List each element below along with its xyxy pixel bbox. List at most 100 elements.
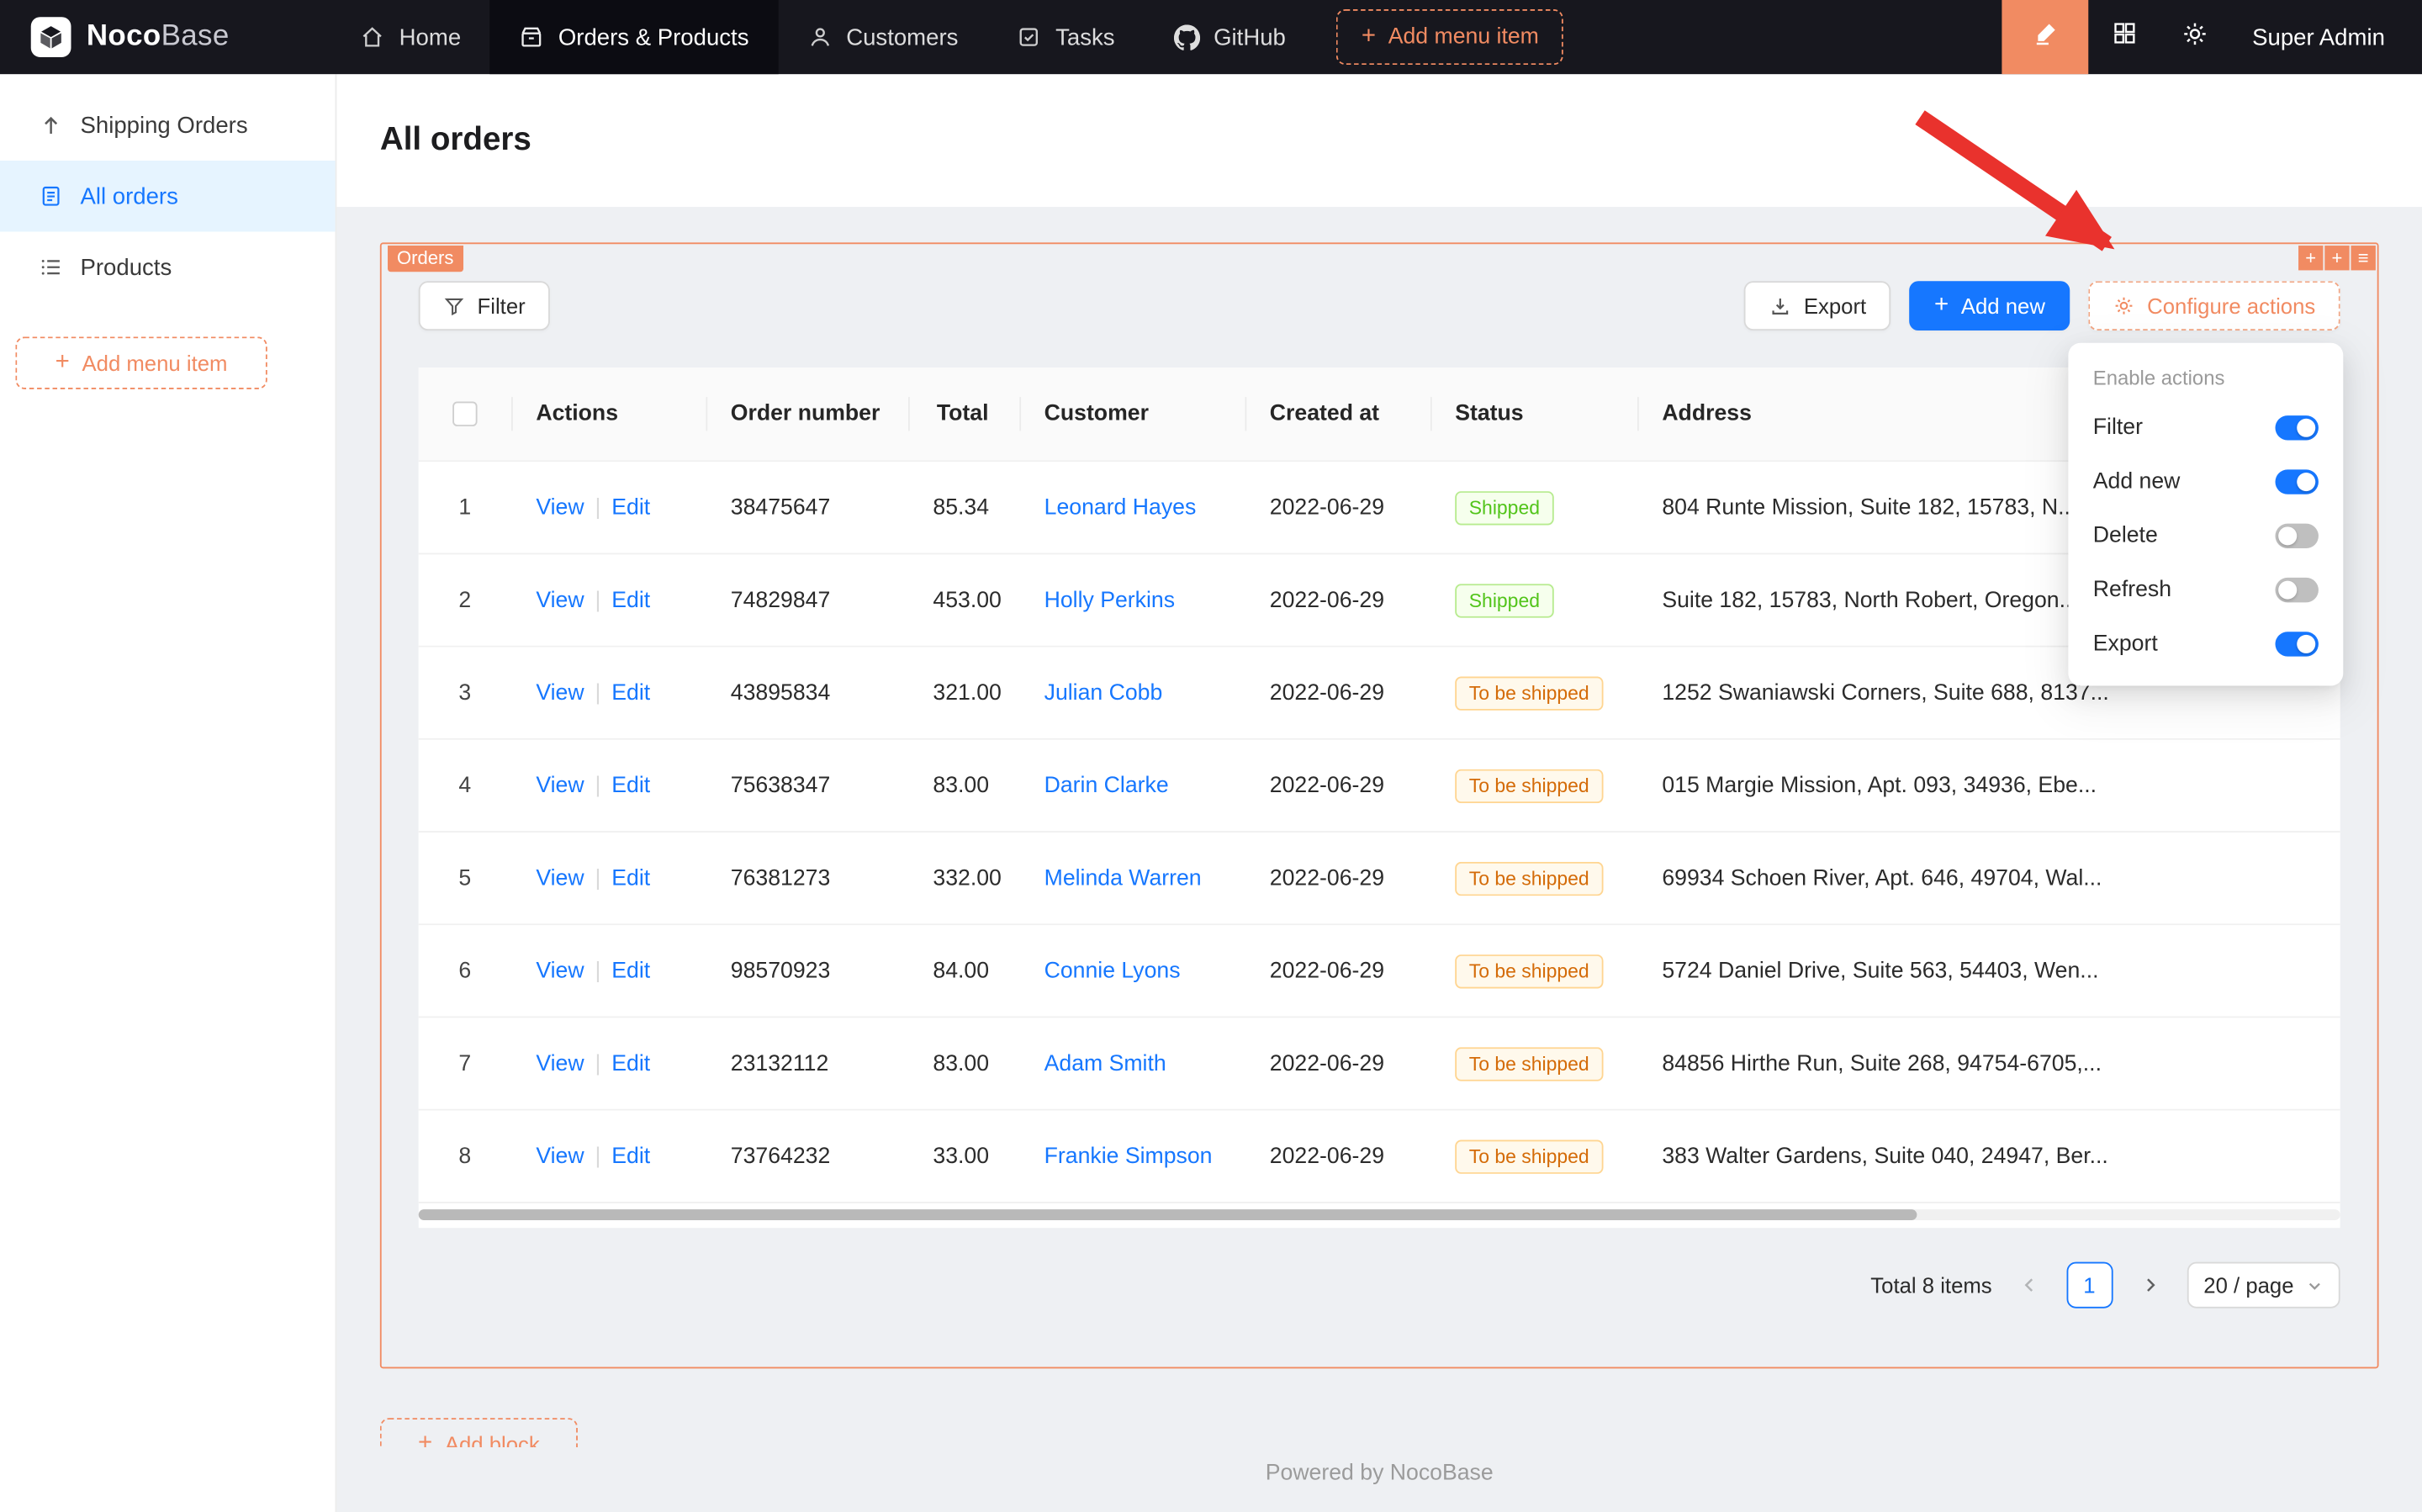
initializer-plus-icon[interactable]: + (2298, 246, 2323, 270)
refresh-toggle[interactable] (2276, 577, 2319, 601)
nav-item-orders-products[interactable]: Orders & Products (490, 0, 778, 74)
created-at-cell: 2022-06-29 (1245, 959, 1430, 983)
highlighter-icon (2032, 20, 2058, 54)
sidebar-item-all-orders[interactable]: All orders (0, 161, 336, 231)
status-badge: To be shipped (1455, 676, 1603, 710)
nav-item-tasks[interactable]: Tasks (987, 0, 1144, 74)
export-button[interactable]: Export (1743, 281, 1891, 330)
view-link[interactable]: View (536, 1051, 584, 1076)
prev-page-button[interactable] (2007, 1263, 2050, 1306)
edit-link[interactable]: Edit (611, 865, 650, 890)
add-new-button[interactable]: + Add new (1910, 281, 2070, 330)
initializer-plus-icon-2[interactable]: + (2324, 246, 2349, 270)
filter-toggle[interactable] (2276, 415, 2319, 439)
top-navbar: NocoBase Home Orders & Products Customer… (0, 0, 2422, 74)
column-header-customer[interactable]: Customer (1019, 367, 1245, 460)
table-row: 8 View|Edit 73764232 33.00 Frankie Simps… (419, 1111, 2340, 1203)
scrollbar-thumb[interactable] (419, 1209, 1917, 1220)
enable-action-delete[interactable]: Delete (2068, 508, 2343, 562)
address-cell: 015 Margie Mission, Apt. 093, 34936, Ebe… (1637, 773, 2340, 797)
designer-menu-icon[interactable]: ≡ (2351, 246, 2376, 270)
nav-item-customers[interactable]: Customers (778, 0, 987, 74)
edit-link[interactable]: Edit (611, 959, 650, 983)
customer-link[interactable]: Adam Smith (1044, 1051, 1166, 1076)
edit-link[interactable]: Edit (611, 1144, 650, 1168)
page-size-select[interactable]: 20 / page (2187, 1262, 2340, 1308)
order-number-cell: 43895834 (706, 680, 908, 705)
nav-item-home[interactable]: Home (331, 0, 490, 74)
ui-editor-button[interactable] (2002, 0, 2089, 74)
export-toggle[interactable] (2276, 631, 2319, 655)
arrow-up-icon (39, 113, 63, 137)
order-number-cell: 76381273 (706, 865, 908, 890)
column-header-status[interactable]: Status (1430, 367, 1637, 460)
column-header-total[interactable]: Total (908, 367, 1019, 460)
enable-action-add-new[interactable]: Add new (2068, 454, 2343, 508)
page-number-button[interactable]: 1 (2066, 1262, 2113, 1308)
plugin-manager-button[interactable] (2088, 0, 2159, 74)
action-divider: | (595, 959, 600, 983)
horizontal-scrollbar[interactable] (419, 1209, 2340, 1220)
action-divider: | (595, 680, 600, 705)
logo[interactable]: NocoBase (0, 0, 235, 74)
customer-link[interactable]: Leonard Hayes (1044, 495, 1197, 520)
view-link[interactable]: View (536, 588, 584, 612)
customer-link[interactable]: Julian Cobb (1044, 680, 1163, 705)
list-icon (39, 255, 63, 279)
edit-link[interactable]: Edit (611, 1051, 650, 1076)
column-header-order-number[interactable]: Order number (706, 367, 908, 460)
customer-link[interactable]: Melinda Warren (1044, 865, 1202, 890)
delete-toggle[interactable] (2276, 523, 2319, 547)
next-page-button[interactable] (2128, 1263, 2171, 1306)
row-index: 1 (419, 495, 511, 520)
order-number-cell: 73764232 (706, 1144, 908, 1168)
orders-table: Actions Order number Total Customer Crea… (419, 367, 2340, 1228)
created-at-cell: 2022-06-29 (1245, 773, 1430, 797)
edit-link[interactable]: Edit (611, 680, 650, 705)
export-download-icon (1769, 294, 1792, 318)
plus-icon: + (56, 351, 70, 375)
edit-link[interactable]: Edit (611, 588, 650, 612)
select-all-checkbox[interactable] (452, 402, 477, 426)
order-number-cell: 75638347 (706, 773, 908, 797)
view-link[interactable]: View (536, 865, 584, 890)
table-row: 5 View|Edit 76381273 332.00 Melinda Warr… (419, 833, 2340, 925)
row-index: 7 (419, 1051, 511, 1076)
add-menu-item-button-top[interactable]: + Add menu item (1336, 9, 1563, 65)
add-menu-item-button-sidebar[interactable]: + Add menu item (15, 336, 267, 389)
view-link[interactable]: View (536, 680, 584, 705)
user-menu[interactable]: Super Admin (2230, 24, 2422, 50)
configure-actions-button[interactable]: Configure actions (2088, 281, 2340, 330)
customer-link[interactable]: Frankie Simpson (1044, 1144, 1213, 1168)
row-index: 3 (419, 680, 511, 705)
nav-item-github[interactable]: GitHub (1144, 0, 1314, 74)
customer-cell: Darin Clarke (1019, 773, 1245, 797)
enable-action-filter[interactable]: Filter (2068, 400, 2343, 454)
customer-link[interactable]: Holly Perkins (1044, 588, 1175, 612)
column-header-created-at[interactable]: Created at (1245, 367, 1430, 460)
edit-link[interactable]: Edit (611, 495, 650, 520)
dropdown-title: Enable actions (2068, 352, 2343, 400)
view-link[interactable]: View (536, 773, 584, 797)
created-at-cell: 2022-06-29 (1245, 1144, 1430, 1168)
table-row: 6 View|Edit 98570923 84.00 Connie Lyons … (419, 925, 2340, 1018)
add-new-toggle[interactable] (2276, 468, 2319, 493)
action-divider: | (595, 495, 600, 520)
settings-button[interactable] (2160, 0, 2230, 74)
enable-action-export[interactable]: Export (2068, 616, 2343, 670)
customer-link[interactable]: Connie Lyons (1044, 959, 1181, 983)
filter-button[interactable]: Filter (419, 281, 550, 330)
view-link[interactable]: View (536, 495, 584, 520)
sidebar-item-products[interactable]: Products (0, 232, 336, 303)
customer-link[interactable]: Darin Clarke (1044, 773, 1169, 797)
column-header-actions[interactable]: Actions (511, 367, 706, 460)
view-link[interactable]: View (536, 959, 584, 983)
enable-action-refresh[interactable]: Refresh (2068, 563, 2343, 616)
action-divider: | (595, 588, 600, 612)
toggle-knob (2278, 526, 2297, 544)
view-link[interactable]: View (536, 1144, 584, 1168)
edit-link[interactable]: Edit (611, 773, 650, 797)
status-cell: Shipped (1430, 490, 1637, 524)
sidebar-item-shipping-orders[interactable]: Shipping Orders (0, 90, 336, 161)
add-block-button[interactable]: + Add block (380, 1418, 578, 1447)
